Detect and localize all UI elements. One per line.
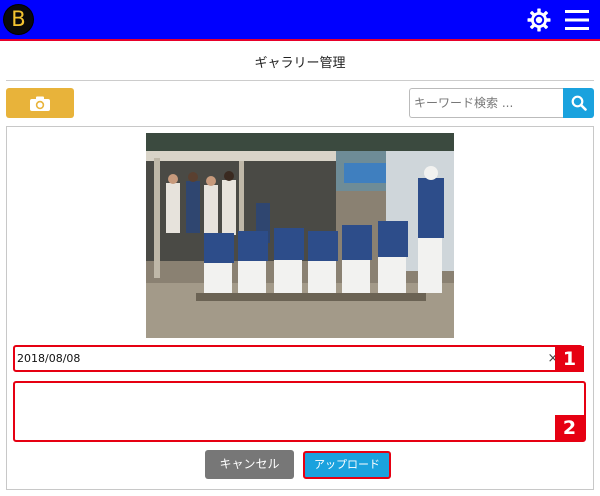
date-input[interactable] [17,349,537,368]
callout-marker-2: 2 [555,415,584,441]
photo-preview [146,133,454,338]
search-button[interactable] [563,88,594,118]
search-input[interactable] [409,88,571,118]
cancel-button[interactable]: キャンセル [205,450,294,479]
upload-button[interactable]: アップロード [303,451,391,479]
callout-marker-1: 1 [555,346,584,372]
b-logo-icon[interactable]: B [4,5,33,34]
camera-button[interactable] [6,88,74,118]
page-title: ギャラリー管理 [254,56,346,71]
hamburger-menu-icon[interactable] [565,9,589,31]
camera-icon [30,96,50,111]
magnifier-icon [571,95,587,111]
comment-textarea[interactable] [13,381,586,442]
logo-letter: B [11,7,26,31]
date-field: × [13,345,583,372]
title-divider [6,80,594,81]
gear-icon[interactable] [527,8,551,32]
top-bar: B [0,0,600,41]
